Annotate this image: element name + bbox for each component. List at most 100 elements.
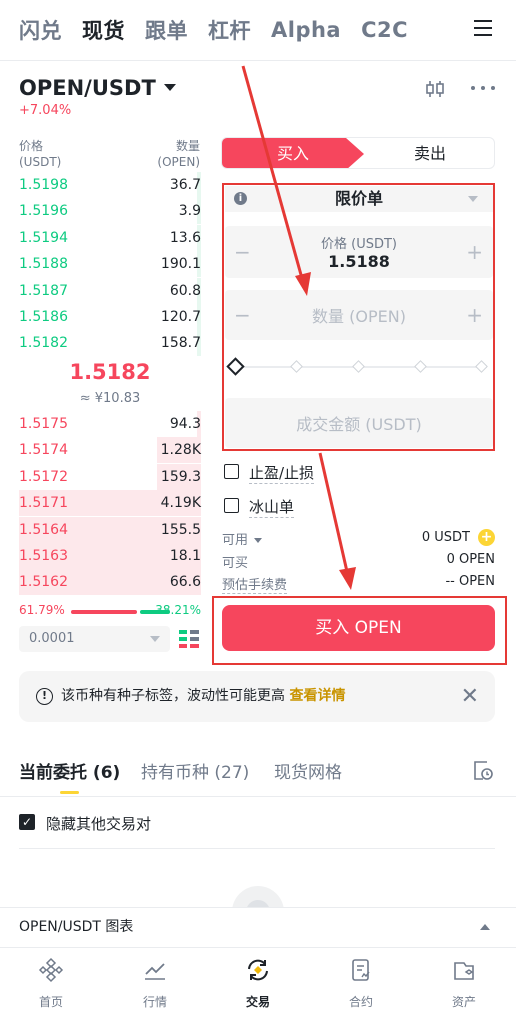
bid-row[interactable]: 1.5188 190.1 bbox=[19, 251, 201, 278]
chart-toggle-bar[interactable]: OPEN/USDT 图表 bbox=[0, 907, 516, 947]
ask-row[interactable]: 1.5171 4.19K bbox=[19, 490, 201, 517]
order-price: 1.5164 bbox=[19, 521, 68, 538]
available-row: 可用 0 USDT + bbox=[222, 529, 495, 549]
menu-icon[interactable] bbox=[474, 20, 492, 38]
bottom-nav-assets[interactable]: 资产 bbox=[423, 948, 503, 1027]
more-icon[interactable] bbox=[471, 86, 495, 92]
warning-icon: ! bbox=[36, 688, 53, 705]
caret-down-icon bbox=[163, 83, 176, 91]
tab-holdings[interactable]: 持有币种 (27) bbox=[141, 758, 249, 783]
risk-notice: ! 该币种有种子标签，波动性可能更高 查看详情 ✕ bbox=[19, 671, 495, 722]
order-quantity: 155.5 bbox=[160, 521, 201, 538]
last-price-fiat: ≈ ¥10.83 bbox=[79, 391, 141, 406]
order-quantity: 120.7 bbox=[160, 309, 201, 325]
bid-row[interactable]: 1.5196 3.9 bbox=[19, 198, 201, 225]
available-label[interactable]: 可用 bbox=[222, 529, 263, 548]
divider bbox=[19, 848, 495, 849]
sell-ratio: 38.21% bbox=[155, 603, 201, 617]
tp-sl-checkbox[interactable]: 止盈/止损 bbox=[224, 462, 344, 484]
divider bbox=[0, 796, 516, 797]
close-icon[interactable]: ✕ bbox=[461, 671, 479, 722]
ob-qty-header: 数量 (OPEN) bbox=[157, 139, 200, 169]
can-buy-label: 可买 bbox=[222, 556, 249, 571]
top-nav: 闪兑 现货 跟单 杠杆 Alpha C2C bbox=[0, 0, 516, 60]
nav-tab-margin[interactable]: 杠杆 bbox=[208, 15, 251, 45]
order-quantity: 158.7 bbox=[160, 335, 201, 352]
tab-sell[interactable]: 卖出 bbox=[364, 138, 494, 168]
bid-row[interactable]: 1.5186 120.7 bbox=[19, 304, 201, 330]
bottom-nav-markets[interactable]: 行情 bbox=[114, 948, 194, 1027]
bid-row[interactable]: 1.5187 60.8 bbox=[19, 277, 201, 304]
order-quantity: 94.3 bbox=[169, 416, 201, 432]
ask-row[interactable]: 1.5175 94.3 bbox=[19, 411, 201, 437]
order-price: 1.5187 bbox=[19, 282, 68, 299]
ask-row[interactable]: 1.5174 1.28K bbox=[19, 437, 201, 464]
last-price[interactable]: 1.5182 bbox=[19, 360, 201, 384]
nav-tab-spot[interactable]: 现货 bbox=[82, 15, 125, 45]
orders-tabs: 当前委托 (6) 持有币种 (27) 现货网格 bbox=[19, 758, 495, 798]
nav-tab-alpha[interactable]: Alpha bbox=[271, 18, 341, 42]
available-value: 0 USDT + bbox=[422, 529, 495, 546]
ask-row[interactable]: 1.5163 18.1 bbox=[19, 543, 201, 569]
checkbox[interactable] bbox=[224, 464, 239, 479]
bottom-nav: 首页 行情 交易 合约 资产 bbox=[0, 947, 516, 1027]
order-price: 1.5196 bbox=[19, 203, 68, 220]
bid-row[interactable]: 1.5194 13.6 bbox=[19, 224, 201, 251]
annotation-box-buy bbox=[212, 596, 507, 665]
nav-tab-convert[interactable]: 闪兑 bbox=[19, 15, 62, 45]
chevron-down-icon bbox=[150, 636, 160, 642]
orderbook-layout-icon[interactable] bbox=[178, 628, 200, 650]
hide-pairs-checkbox[interactable]: ✓ bbox=[19, 814, 35, 830]
futures-icon bbox=[352, 959, 370, 981]
can-buy-value: 0 OPEN bbox=[446, 552, 495, 567]
checkbox[interactable] bbox=[224, 498, 239, 513]
bottom-nav-trade[interactable]: 交易 bbox=[217, 948, 297, 1027]
wallet-icon bbox=[454, 962, 474, 980]
tab-buy[interactable]: 买入 bbox=[222, 138, 364, 168]
buy-ratio-bar bbox=[71, 610, 137, 614]
order-quantity: 4.19K bbox=[160, 495, 201, 512]
candlestick-icon[interactable] bbox=[425, 79, 445, 99]
order-price: 1.5162 bbox=[19, 574, 68, 591]
order-quantity: 3.9 bbox=[178, 203, 201, 220]
order-quantity: 66.6 bbox=[169, 574, 201, 591]
home-icon bbox=[38, 957, 64, 983]
ask-row[interactable]: 1.5164 155.5 bbox=[19, 516, 201, 543]
chevron-up-icon[interactable] bbox=[480, 924, 490, 930]
buy-ratio: 61.79% bbox=[19, 603, 65, 617]
iceberg-checkbox[interactable]: 冰山单 bbox=[224, 496, 344, 518]
order-quantity: 13.6 bbox=[169, 229, 201, 246]
can-buy-row: 可买 0 OPEN bbox=[222, 552, 495, 572]
order-price: 1.5182 bbox=[19, 335, 68, 352]
price-change: +7.04% bbox=[19, 103, 72, 118]
fee-label[interactable]: 预估手续费 bbox=[222, 574, 288, 594]
bid-row[interactable]: 1.5198 36.7 bbox=[19, 172, 201, 198]
order-quantity: 36.7 bbox=[169, 177, 201, 193]
hide-pairs-label[interactable]: 隐藏其他交易对 bbox=[46, 813, 151, 834]
notice-link[interactable]: 查看详情 bbox=[289, 688, 345, 704]
history-icon[interactable] bbox=[472, 759, 493, 781]
pair-selector[interactable]: OPEN/USDT bbox=[19, 76, 176, 100]
chart-bar-label: OPEN/USDT 图表 bbox=[19, 919, 134, 935]
buy-sell-ratio: 61.79% 38.21% bbox=[19, 603, 201, 619]
tab-spot-grid[interactable]: 现货网格 bbox=[274, 758, 342, 783]
chevron-down-icon bbox=[254, 538, 263, 543]
order-quantity: 18.1 bbox=[169, 548, 201, 564]
ask-row[interactable]: 1.5162 66.6 bbox=[19, 569, 201, 596]
tab-open-orders[interactable]: 当前委托 (6) bbox=[19, 758, 120, 783]
order-price: 1.5172 bbox=[19, 468, 68, 485]
add-funds-icon[interactable]: + bbox=[478, 529, 495, 546]
ask-row[interactable]: 1.5172 159.3 bbox=[19, 463, 201, 490]
precision-select[interactable]: 0.0001 bbox=[19, 626, 170, 652]
bid-row[interactable]: 1.5182 158.7 bbox=[19, 330, 201, 357]
order-price: 1.5174 bbox=[19, 442, 68, 459]
order-price: 1.5163 bbox=[19, 548, 68, 564]
pair-name: OPEN/USDT bbox=[19, 76, 156, 100]
nav-tab-copy[interactable]: 跟单 bbox=[145, 15, 188, 45]
bottom-nav-home[interactable]: 首页 bbox=[10, 948, 90, 1027]
bottom-nav-futures[interactable]: 合约 bbox=[320, 948, 400, 1027]
order-price: 1.5198 bbox=[19, 177, 68, 193]
order-quantity: 1.28K bbox=[160, 442, 201, 459]
annotation-box-form bbox=[222, 183, 495, 451]
nav-tab-c2c[interactable]: C2C bbox=[361, 18, 408, 42]
